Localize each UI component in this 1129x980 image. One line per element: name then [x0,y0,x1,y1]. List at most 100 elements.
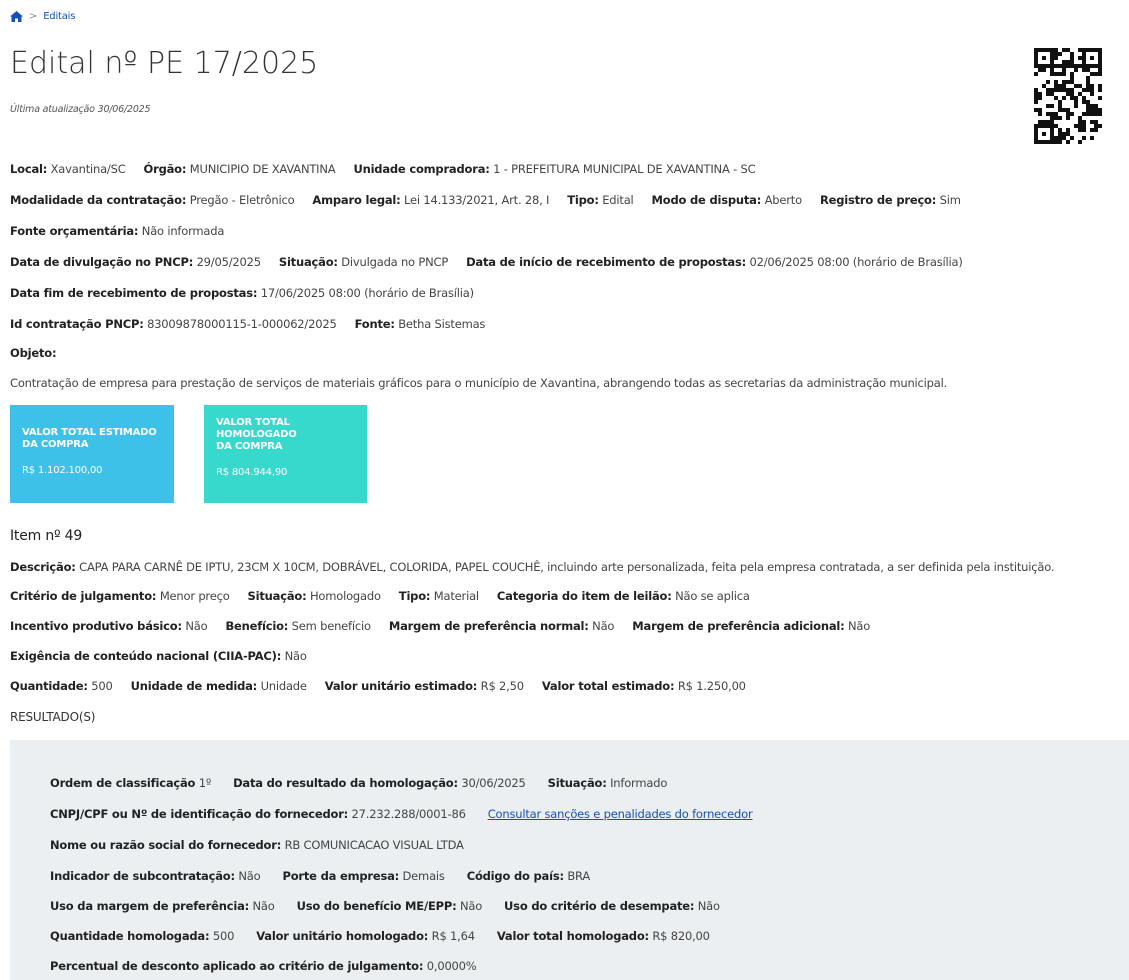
field: Quantidade homologada: 500 [50,929,234,943]
descricao-label: Descrição: [10,560,76,574]
field: Nome ou razão social do fornecedor: RB C… [50,838,464,852]
field-label: Tipo: [567,193,599,207]
field-label: Modo de disputa: [651,193,762,207]
info-row-3: Fonte orçamentária: Não informada [10,224,242,238]
field-label: Situação: [247,589,307,603]
field-label: Registro de preço: [819,193,937,207]
last-updated: Última atualização 30/06/2025 [10,104,151,115]
field-label: Tipo: [398,589,431,603]
field: Data fim de recebimento de propostas: 17… [10,286,474,300]
resultados-heading: RESULTADO(S) [10,710,96,724]
field: Tipo: Edital [567,193,634,207]
card-value: R$ 1.102.100,00 [22,465,103,476]
field-label: Fonte: [354,317,395,331]
field-value: Menor preço [159,589,230,603]
resultado-row-3: Nome ou razão social do fornecedor: RB C… [50,838,486,852]
field-label: Data de divulgação no PNCP: [10,255,194,269]
field-label: Porte da empresa: [282,869,400,883]
field-label: Indicador de subcontratação: [50,869,235,883]
field: Exigência de conteúdo nacional (CIIA-PAC… [10,649,307,663]
field-value: 1 - PREFEITURA MUNICIPAL DE XAVANTINA - … [493,162,756,176]
item-row-2: Incentivo produtivo básico: Não Benefício… [10,619,888,633]
field-label: Valor total estimado: [541,679,675,693]
resultado-row-2: CNPJ/CPF ou Nº de identificação do forne… [50,807,753,821]
field-label: Fonte orçamentária: [10,224,139,238]
field: Uso do benefício ME/EPP: Não [296,899,483,913]
field-label: Uso do benefício ME/EPP: [296,899,457,913]
field-value: R$ 1,64 [431,929,475,943]
field: Valor total homologado: R$ 820,00 [497,929,710,943]
breadcrumb-editais[interactable]: Editais [43,11,75,22]
field-value: Betha Sistemas [398,317,486,331]
field: Data de divulgação no PNCP: 29/05/2025 [10,255,261,269]
field: Fonte orçamentária: Não informada [10,224,224,238]
field-label: Id contratação PNCP: [10,317,144,331]
valor-estimado-card: VALOR TOTAL ESTIMADO DA COMPRA R$ 1.102.… [10,405,174,503]
field-value: MUNICIPIO DE XAVANTINA [189,162,336,176]
field-value: Lei 14.133/2021, Art. 28, I [404,193,550,207]
field: Valor unitário estimado: R$ 2,50 [325,679,524,693]
field-value: Xavantina/SC [50,162,126,176]
field-value: Não informada [141,224,225,238]
field: Registro de preço: Sim [820,193,961,207]
item-row-1: Critério de julgamento: Menor preço Situa… [10,589,768,603]
objeto-text: Contratação de empresa para prestação de… [10,376,948,390]
field-label: Valor total homologado: [496,929,649,943]
field: Modalidade da contratação: Pregão - Elet… [10,193,295,207]
card-value: R$ 804.944,90 [216,467,288,478]
field: Amparo legal: Lei 14.133/2021, Art. 28, … [312,193,549,207]
field-value: Sem benefício [291,619,371,633]
info-row-4: Data de divulgação no PNCP: 29/05/2025 Si… [10,255,981,269]
field-label: Data fim de recebimento de propostas: [10,286,258,300]
field-label: Valor unitário homologado: [256,929,429,943]
field: Situação: Homologado [248,589,381,603]
field-value: Não [697,899,720,913]
card-title: VALOR TOTAL HOMOLOGADO DA COMPRA [216,417,297,452]
field-value: Unidade [260,679,307,693]
home-icon[interactable] [10,11,23,22]
field: Órgão: MUNICIPIO DE XAVANTINA [144,162,336,176]
field: Critério de julgamento: Menor preço [10,589,230,603]
field-value: Aberto [764,193,803,207]
field: Código do país: BRA [467,869,591,883]
field: Benefício: Sem benefício [225,619,371,633]
field-value: Informado [610,776,668,790]
field-label: Unidade compradora: [353,162,490,176]
field-value: 30/06/2025 [461,776,526,790]
resultado-row-1: Ordem de classificação 1º Data do resulta… [50,776,689,790]
field-label: Amparo legal: [312,193,401,207]
field-label: Situação: [278,255,338,269]
field-value: 500 [91,679,113,693]
field: Unidade compradora: 1 - PREFEITURA MUNIC… [353,162,755,176]
field: Porte da empresa: Demais [282,869,444,883]
field: Uso da margem de preferência: Não [50,899,275,913]
item-row-4: Quantidade: 500 Unidade de medida: Unidad… [10,679,764,693]
field-label: Margem de preferência normal: [388,619,589,633]
field: Valor unitário homologado: R$ 1,64 [256,929,475,943]
field-value: Edital [602,193,634,207]
field-value: 29/05/2025 [196,255,261,269]
field: Indicador de subcontratação: Não [50,869,261,883]
field-value: Não [284,649,307,663]
cnpj-value: 27.232.288/0001-86 [351,807,466,821]
field-value: 17/06/2025 08:00 (horário de Brasília) [260,286,474,300]
field-value: Pregão - Eletrônico [189,193,295,207]
field: Categoria do item de leilão: Não se apli… [497,589,750,603]
field: Local: Xavantina/SC [10,162,126,176]
field: Modo de disputa: Aberto [651,193,803,207]
info-row-6: Id contratação PNCP: 83009878000115-1-00… [10,317,503,331]
field-value: Sim [939,193,961,207]
field-value: Não [459,899,483,913]
field-label: Exigência de conteúdo nacional (CIIA-PAC… [10,649,282,663]
field: Data de início de recebimento de propost… [466,255,963,269]
field-value: Divulgada no PNCP [341,255,449,269]
field: Valor total estimado: R$ 1.250,00 [542,679,746,693]
field-label: Data do resultado da homologação: [233,776,458,790]
resultado-row-7: Percentual de desconto aplicado ao crité… [50,959,499,973]
field: Incentivo produtivo básico: Não [10,619,208,633]
item-descricao-row: Descrição: CAPA PARA CARNÊ DE IPTU, 23CM… [10,560,1054,574]
consultar-sancoes-link[interactable]: Consultar sanções e penalidades do forne… [488,807,753,821]
field: Unidade de medida: Unidade [131,679,307,693]
field-value: Material [433,589,479,603]
field-value: Homologado [309,589,381,603]
